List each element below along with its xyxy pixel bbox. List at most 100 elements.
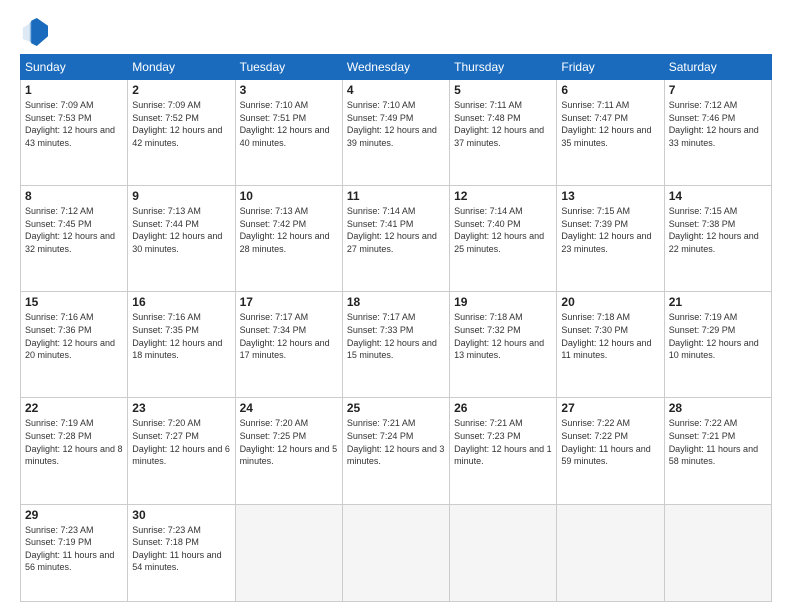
calendar-week-row: 22 Sunrise: 7:19 AMSunset: 7:28 PMDayligh… — [21, 398, 772, 504]
day-number: 14 — [669, 189, 767, 203]
calendar-day-cell: 30 Sunrise: 7:23 AMSunset: 7:18 PMDayligh… — [128, 504, 235, 601]
calendar-day-cell: 22 Sunrise: 7:19 AMSunset: 7:28 PMDayligh… — [21, 398, 128, 504]
day-info: Sunrise: 7:13 AMSunset: 7:42 PMDaylight:… — [240, 205, 338, 255]
day-number: 23 — [132, 401, 230, 415]
logo — [20, 18, 52, 46]
day-info: Sunrise: 7:16 AMSunset: 7:35 PMDaylight:… — [132, 311, 230, 361]
day-info: Sunrise: 7:18 AMSunset: 7:32 PMDaylight:… — [454, 311, 552, 361]
day-number: 5 — [454, 83, 552, 97]
calendar-day-cell: 28Sunrise: 7:22 AMSunset: 7:21 PMDayligh… — [664, 398, 771, 504]
day-number: 29 — [25, 508, 123, 522]
calendar-day-cell: 1 Sunrise: 7:09 AMSunset: 7:53 PMDaylight… — [21, 80, 128, 186]
calendar-day-cell: 18 Sunrise: 7:17 AMSunset: 7:33 PMDayligh… — [342, 292, 449, 398]
day-number: 11 — [347, 189, 445, 203]
day-number: 27 — [561, 401, 659, 415]
day-number: 20 — [561, 295, 659, 309]
day-header: Sunday — [21, 55, 128, 80]
day-header: Friday — [557, 55, 664, 80]
day-number: 4 — [347, 83, 445, 97]
calendar-day-cell: 25 Sunrise: 7:21 AMSunset: 7:24 PMDayligh… — [342, 398, 449, 504]
day-info: Sunrise: 7:17 AMSunset: 7:34 PMDaylight:… — [240, 311, 338, 361]
calendar-day-cell: 4Sunrise: 7:10 AMSunset: 7:49 PMDaylight… — [342, 80, 449, 186]
day-number: 26 — [454, 401, 552, 415]
calendar-day-cell — [450, 504, 557, 601]
calendar-day-cell: 7 Sunrise: 7:12 AMSunset: 7:46 PMDaylight… — [664, 80, 771, 186]
day-info: Sunrise: 7:15 AMSunset: 7:39 PMDaylight:… — [561, 205, 659, 255]
day-info: Sunrise: 7:22 AMSunset: 7:22 PMDaylight:… — [561, 417, 659, 467]
day-info: Sunrise: 7:21 AMSunset: 7:24 PMDaylight:… — [347, 417, 445, 467]
calendar-day-cell — [557, 504, 664, 601]
calendar-day-cell: 5 Sunrise: 7:11 AMSunset: 7:48 PMDaylight… — [450, 80, 557, 186]
calendar-day-cell: 23Sunrise: 7:20 AMSunset: 7:27 PMDayligh… — [128, 398, 235, 504]
calendar-day-cell: 16 Sunrise: 7:16 AMSunset: 7:35 PMDayligh… — [128, 292, 235, 398]
day-number: 1 — [25, 83, 123, 97]
day-number: 24 — [240, 401, 338, 415]
calendar-day-cell: 8 Sunrise: 7:12 AMSunset: 7:45 PMDaylight… — [21, 186, 128, 292]
day-info: Sunrise: 7:18 AMSunset: 7:30 PMDaylight:… — [561, 311, 659, 361]
day-number: 3 — [240, 83, 338, 97]
day-number: 18 — [347, 295, 445, 309]
day-info: Sunrise: 7:11 AMSunset: 7:47 PMDaylight:… — [561, 99, 659, 149]
day-number: 13 — [561, 189, 659, 203]
calendar-day-cell: 15 Sunrise: 7:16 AMSunset: 7:36 PMDayligh… — [21, 292, 128, 398]
calendar-day-cell — [235, 504, 342, 601]
calendar-day-cell: 20 Sunrise: 7:18 AMSunset: 7:30 PMDayligh… — [557, 292, 664, 398]
calendar-week-row: 15 Sunrise: 7:16 AMSunset: 7:36 PMDayligh… — [21, 292, 772, 398]
calendar-day-cell: 12 Sunrise: 7:14 AMSunset: 7:40 PMDayligh… — [450, 186, 557, 292]
day-number: 12 — [454, 189, 552, 203]
day-info: Sunrise: 7:23 AMSunset: 7:19 PMDaylight:… — [25, 524, 123, 574]
day-info: Sunrise: 7:12 AMSunset: 7:46 PMDaylight:… — [669, 99, 767, 149]
calendar-day-cell: 2Sunrise: 7:09 AMSunset: 7:52 PMDaylight… — [128, 80, 235, 186]
day-number: 7 — [669, 83, 767, 97]
day-number: 15 — [25, 295, 123, 309]
calendar-day-cell: 14 Sunrise: 7:15 AMSunset: 7:38 PMDayligh… — [664, 186, 771, 292]
calendar-week-row: 8 Sunrise: 7:12 AMSunset: 7:45 PMDaylight… — [21, 186, 772, 292]
calendar-day-cell — [664, 504, 771, 601]
day-info: Sunrise: 7:14 AMSunset: 7:40 PMDaylight:… — [454, 205, 552, 255]
calendar-day-cell: 11 Sunrise: 7:14 AMSunset: 7:41 PMDayligh… — [342, 186, 449, 292]
day-info: Sunrise: 7:16 AMSunset: 7:36 PMDaylight:… — [25, 311, 123, 361]
day-info: Sunrise: 7:13 AMSunset: 7:44 PMDaylight:… — [132, 205, 230, 255]
day-number: 25 — [347, 401, 445, 415]
day-number: 16 — [132, 295, 230, 309]
calendar-week-row: 1 Sunrise: 7:09 AMSunset: 7:53 PMDaylight… — [21, 80, 772, 186]
day-info: Sunrise: 7:17 AMSunset: 7:33 PMDaylight:… — [347, 311, 445, 361]
calendar-day-cell: 19 Sunrise: 7:18 AMSunset: 7:32 PMDayligh… — [450, 292, 557, 398]
day-header: Saturday — [664, 55, 771, 80]
day-number: 8 — [25, 189, 123, 203]
calendar-day-cell: 26 Sunrise: 7:21 AMSunset: 7:23 PMDayligh… — [450, 398, 557, 504]
day-info: Sunrise: 7:15 AMSunset: 7:38 PMDaylight:… — [669, 205, 767, 255]
calendar-header-row: SundayMondayTuesdayWednesdayThursdayFrid… — [21, 55, 772, 80]
day-number: 17 — [240, 295, 338, 309]
calendar-week-row: 29 Sunrise: 7:23 AMSunset: 7:19 PMDayligh… — [21, 504, 772, 601]
day-number: 10 — [240, 189, 338, 203]
calendar-day-cell: 6 Sunrise: 7:11 AMSunset: 7:47 PMDaylight… — [557, 80, 664, 186]
day-info: Sunrise: 7:20 AMSunset: 7:25 PMDaylight:… — [240, 417, 338, 467]
day-info: Sunrise: 7:19 AMSunset: 7:28 PMDaylight:… — [25, 417, 123, 467]
day-number: 30 — [132, 508, 230, 522]
day-number: 19 — [454, 295, 552, 309]
logo-icon — [20, 18, 48, 46]
day-info: Sunrise: 7:14 AMSunset: 7:41 PMDaylight:… — [347, 205, 445, 255]
day-info: Sunrise: 7:21 AMSunset: 7:23 PMDaylight:… — [454, 417, 552, 467]
calendar-day-cell: 29 Sunrise: 7:23 AMSunset: 7:19 PMDayligh… — [21, 504, 128, 601]
calendar-day-cell: 13 Sunrise: 7:15 AMSunset: 7:39 PMDayligh… — [557, 186, 664, 292]
calendar-day-cell — [342, 504, 449, 601]
day-number: 22 — [25, 401, 123, 415]
day-info: Sunrise: 7:11 AMSunset: 7:48 PMDaylight:… — [454, 99, 552, 149]
day-info: Sunrise: 7:12 AMSunset: 7:45 PMDaylight:… — [25, 205, 123, 255]
calendar-day-cell: 27 Sunrise: 7:22 AMSunset: 7:22 PMDayligh… — [557, 398, 664, 504]
day-info: Sunrise: 7:23 AMSunset: 7:18 PMDaylight:… — [132, 524, 230, 574]
calendar-day-cell: 3Sunrise: 7:10 AMSunset: 7:51 PMDaylight… — [235, 80, 342, 186]
day-number: 21 — [669, 295, 767, 309]
calendar-day-cell: 10 Sunrise: 7:13 AMSunset: 7:42 PMDayligh… — [235, 186, 342, 292]
day-info: Sunrise: 7:09 AMSunset: 7:53 PMDaylight:… — [25, 99, 123, 149]
calendar-table: SundayMondayTuesdayWednesdayThursdayFrid… — [20, 54, 772, 602]
calendar-day-cell: 9Sunrise: 7:13 AMSunset: 7:44 PMDaylight… — [128, 186, 235, 292]
day-header: Wednesday — [342, 55, 449, 80]
day-number: 28 — [669, 401, 767, 415]
day-number: 6 — [561, 83, 659, 97]
page: SundayMondayTuesdayWednesdayThursdayFrid… — [0, 0, 792, 612]
header — [20, 18, 772, 46]
day-info: Sunrise: 7:09 AMSunset: 7:52 PMDaylight:… — [132, 99, 230, 149]
